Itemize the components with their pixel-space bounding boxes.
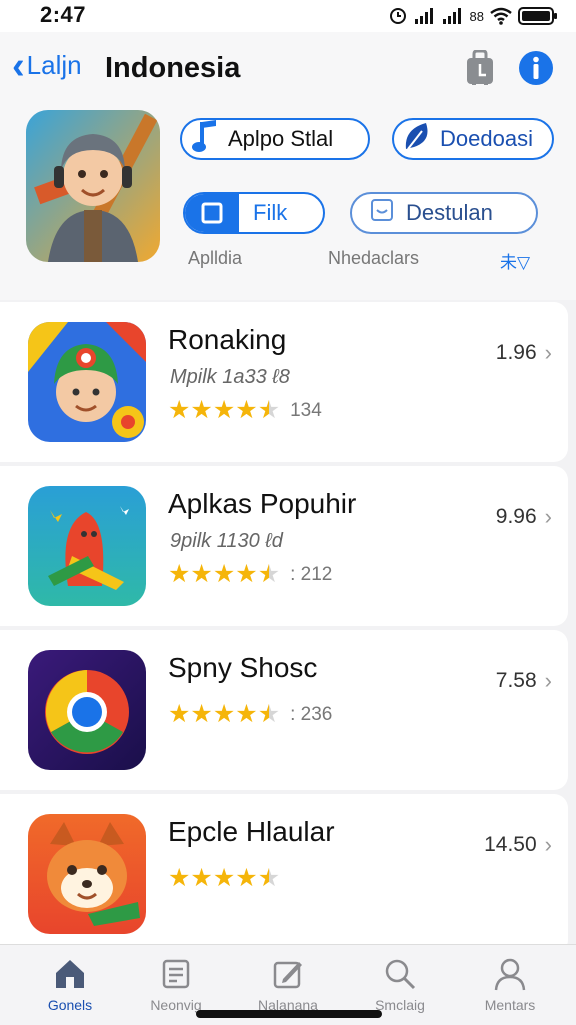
star-icon: ★: [212, 700, 236, 728]
download-label: Doedoasi: [440, 126, 533, 151]
person-icon: [460, 957, 560, 991]
rating-count: : 236: [290, 703, 333, 725]
star-icon: ★: [168, 396, 191, 424]
list-item[interactable]: Aplkas Popuhir 9pilk 1130 ℓd ★ ★ ★ ★ ★ :…: [0, 466, 568, 626]
tab-news[interactable]: Neonvig: [126, 957, 226, 1013]
battery-percent: 88: [469, 8, 484, 24]
price-value: 9.96: [495, 505, 537, 528]
secondary-filter-label: Destulan: [406, 200, 493, 225]
wifi-icon: [490, 7, 512, 25]
price: 1.96 ›: [496, 340, 552, 366]
page-title: Indonesia: [105, 52, 241, 84]
bag-icon[interactable]: [462, 50, 498, 86]
smile-box-icon: [370, 198, 394, 228]
alarm-icon: [388, 6, 408, 26]
rating-stars: ★ ★ ★ ★ ★ : 236: [168, 702, 332, 727]
star-icon: ★: [235, 864, 258, 892]
star-icon: ★: [190, 560, 213, 588]
star-icon: ★: [168, 560, 191, 588]
chevron-right-icon: ›: [544, 504, 552, 529]
tab-home[interactable]: Gonels: [20, 957, 120, 1013]
page-header: ‹ Laljn Indonesia Aplpo Stlal Doedoasi F…: [0, 32, 576, 300]
app-meta: Mpilk 1a33 ℓ8: [170, 366, 290, 388]
sub-label-apps: Aplldia: [188, 248, 243, 268]
star-icon: ★: [168, 864, 191, 892]
apps-star-button[interactable]: Aplpo Stlal: [180, 118, 370, 160]
signal-icon: [414, 7, 436, 25]
star-icon: ★: [190, 864, 213, 892]
status-bar: 2:47 88: [0, 0, 576, 32]
price-value: 1.96: [495, 341, 537, 364]
app-name: Aplkas Popuhir: [168, 488, 357, 519]
chevron-right-icon: ›: [544, 340, 552, 365]
rating-stars: ★ ★ ★ ★ ★ 134: [168, 398, 322, 423]
rating-count: : 212: [290, 563, 333, 585]
list-item[interactable]: Spny Shosc ★ ★ ★ ★ ★ : 236 7.58 ›: [0, 630, 568, 790]
filter-label: Filk: [253, 200, 288, 225]
chevron-left-icon: ‹: [12, 44, 25, 87]
status-icons: 88: [388, 6, 558, 26]
search-icon: [350, 957, 450, 991]
music-note-icon: [190, 118, 222, 160]
back-label: Laljn: [26, 50, 82, 80]
sub-label-middle: Nhedaclars: [328, 248, 420, 268]
tab-label: Mentars: [484, 997, 536, 1013]
half-star-icon: ★: [257, 560, 281, 588]
rating-stars: ★ ★ ★ ★ ★: [168, 866, 290, 891]
nav-bar: ‹ Laljn Indonesia: [0, 42, 576, 92]
app-meta: 9pilk 1130 ℓd: [170, 530, 283, 552]
half-star-icon: ★: [257, 396, 281, 424]
filter-button[interactable]: Filk: [183, 192, 325, 234]
price: 7.58 ›: [496, 668, 552, 694]
star-icon: ★: [235, 396, 258, 424]
home-indicator[interactable]: [196, 1010, 382, 1018]
rating-count: 134: [290, 399, 322, 421]
star-icon: ★: [212, 864, 236, 892]
half-star-icon: ★: [257, 700, 281, 728]
signal-icon-2: [442, 7, 464, 25]
price: 9.96 ›: [496, 504, 552, 530]
star-icon: ★: [190, 700, 213, 728]
app-icon-spny-shosc: [28, 650, 146, 770]
star-icon: ★: [212, 560, 236, 588]
document-icon: [126, 957, 226, 991]
chevron-right-icon: ›: [544, 832, 552, 857]
tab-search[interactable]: Smclaig: [350, 957, 450, 1013]
app-icon-epcle: [28, 814, 146, 934]
app-name: Epcle Hlaular: [168, 816, 335, 847]
tab-profile[interactable]: Mentars: [460, 957, 560, 1013]
secondary-filter-button[interactable]: Destulan: [350, 192, 538, 234]
home-icon: [20, 957, 120, 991]
battery-icon: [518, 6, 558, 26]
download-button[interactable]: Doedoasi: [392, 118, 554, 160]
price-value: 7.58: [495, 669, 537, 692]
tab-label: Gonels: [47, 997, 93, 1013]
app-icon-ronaking: [28, 322, 146, 442]
edit-icon: [238, 957, 338, 991]
price: 14.50 ›: [484, 832, 552, 858]
half-star-icon: ★: [257, 864, 281, 892]
rating-stars: ★ ★ ★ ★ ★ : 212: [168, 562, 332, 587]
star-icon: ★: [190, 396, 213, 424]
leaf-icon: [402, 119, 434, 159]
tab-edit[interactable]: Nalanana: [238, 957, 338, 1013]
star-icon: ★: [235, 700, 258, 728]
star-icon: ★: [235, 560, 258, 588]
app-icon-aplkas: [28, 486, 146, 606]
status-time: 2:47: [40, 2, 87, 27]
info-icon[interactable]: [518, 50, 554, 86]
filter-square-icon: [185, 194, 239, 232]
app-name: Ronaking: [168, 324, 287, 355]
back-button[interactable]: ‹ Laljn: [12, 44, 82, 87]
price-value: 14.50: [484, 833, 537, 856]
star-icon: ★: [168, 700, 191, 728]
star-icon: ★: [212, 396, 236, 424]
featured-app-icon[interactable]: [26, 110, 160, 262]
app-name: Spny Shosc: [168, 652, 318, 683]
list-item[interactable]: Ronaking Mpilk 1a33 ℓ8 ★ ★ ★ ★ ★ 134 1.9…: [0, 302, 568, 462]
apps-star-label: Aplpo Stlal: [228, 126, 334, 151]
sort-dropdown[interactable]: 未▽: [500, 248, 530, 273]
list-item[interactable]: Epcle Hlaular ★ ★ ★ ★ ★ 14.50 ›: [0, 794, 568, 954]
chevron-right-icon: ›: [544, 668, 552, 693]
